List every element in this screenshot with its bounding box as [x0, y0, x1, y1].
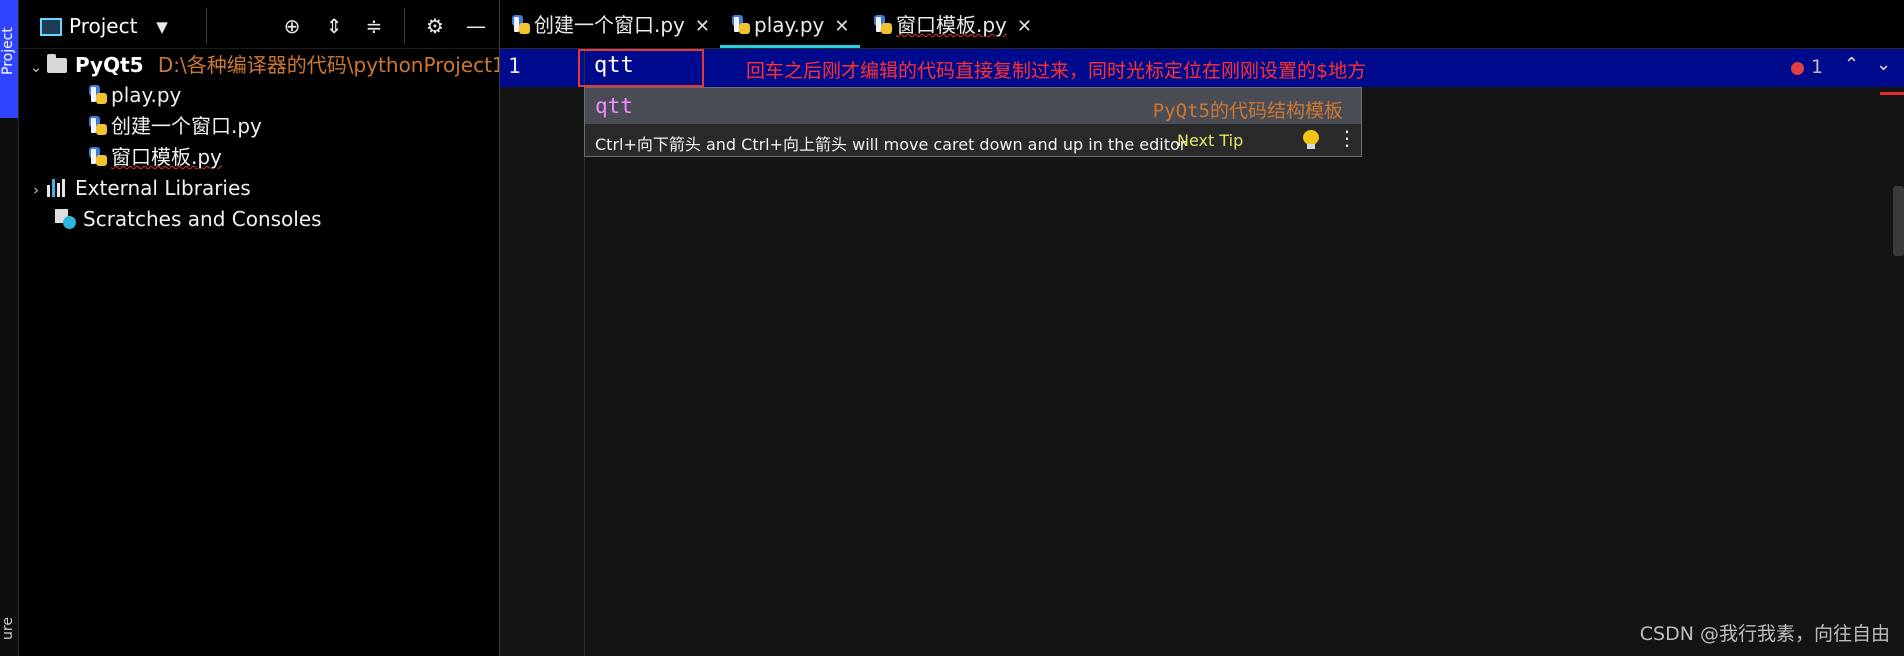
root-folder-path: D:\各种编译器的代码\pythonProject1: [157, 53, 505, 77]
python-file-icon: [89, 116, 107, 136]
collapse-all-icon[interactable]: ≑: [361, 13, 387, 39]
completion-footer: Ctrl+向下箭头 and Ctrl+向上箭头 will move caret …: [585, 124, 1361, 156]
tree-scratches[interactable]: Scratches and Consoles: [55, 204, 322, 234]
tree-file-window-template[interactable]: 窗口模板.py: [89, 142, 222, 172]
completion-item-name: qtt: [595, 94, 633, 118]
file-name: 创建一个窗口.py: [111, 114, 262, 138]
minimize-icon[interactable]: —: [463, 13, 489, 39]
error-stripe-mark[interactable]: [1880, 92, 1904, 95]
tree-file-create-window[interactable]: 创建一个窗口.py: [89, 111, 262, 141]
header-separator: [404, 8, 405, 44]
project-tool-label: Project: [0, 27, 16, 75]
python-file-icon: [89, 85, 107, 105]
annotation-text: 回车之后刚才编辑的代码直接复制过来，同时光标定位在刚刚设置的$地方: [746, 60, 1367, 82]
lightbulb-icon: [1303, 130, 1319, 150]
header-separator: [206, 8, 207, 44]
completion-item-description: PyQt5的代码结构模板: [1152, 100, 1343, 122]
chevron-down-icon[interactable]: ▼: [149, 14, 175, 40]
project-tool-button[interactable]: Project: [0, 0, 18, 118]
file-name: 窗口模板.py: [111, 145, 222, 169]
tab-window-template[interactable]: 窗口模板.py ✕: [874, 0, 1032, 48]
close-icon[interactable]: ✕: [834, 16, 849, 37]
tab-create-window[interactable]: 创建一个窗口.py ✕: [512, 0, 710, 48]
python-file-icon: [874, 15, 892, 35]
scratches-label: Scratches and Consoles: [83, 207, 322, 231]
project-view-selector[interactable]: Project: [69, 14, 137, 38]
tab-label: 窗口模板.py: [896, 13, 1007, 37]
python-file-icon: [732, 15, 750, 35]
tool-window-strip: Project ure: [0, 0, 19, 656]
watermark: CSDN @我行我素，向往自由: [1639, 623, 1890, 645]
scrollbar-thumb[interactable]: [1893, 186, 1904, 256]
python-file-icon: [512, 15, 530, 35]
line-number: 1: [508, 54, 521, 78]
tree-external-libraries[interactable]: › External Libraries: [25, 173, 251, 203]
more-options-icon[interactable]: ⋮: [1337, 126, 1357, 150]
gear-icon[interactable]: ⚙: [422, 13, 448, 39]
tree-file-play[interactable]: play.py: [89, 80, 181, 110]
scratches-icon: [55, 209, 77, 229]
project-panel: Project ▼ ⊕ ⇕ ≑ ⚙ — ⌄ PyQt5 D:\各种编译器的代码\p…: [19, 0, 505, 656]
project-panel-header: Project ▼ ⊕ ⇕ ≑ ⚙ —: [19, 0, 499, 49]
structure-tool-label[interactable]: ure: [0, 604, 18, 654]
error-icon: [1791, 62, 1804, 75]
error-count: 1: [1811, 56, 1824, 78]
chevron-down-icon[interactable]: ⌄: [25, 52, 47, 82]
tab-label: play.py: [754, 13, 825, 37]
file-name: play.py: [111, 83, 182, 107]
completion-item-selected[interactable]: qtt PyQt5的代码结构模板: [585, 88, 1361, 124]
tab-play[interactable]: play.py ✕: [732, 0, 849, 48]
chevron-down-icon[interactable]: ⌄: [1876, 54, 1891, 75]
external-libraries-label: External Libraries: [75, 176, 251, 200]
editor-tab-bar: 创建一个窗口.py ✕ play.py ✕ 窗口模板.py ✕: [500, 0, 1904, 49]
project-window-icon: [40, 18, 62, 36]
chevron-right-icon[interactable]: ›: [25, 175, 47, 205]
close-icon[interactable]: ✕: [1017, 16, 1032, 37]
active-tab-indicator: [720, 45, 860, 48]
locate-icon[interactable]: ⊕: [279, 13, 305, 39]
close-icon[interactable]: ✕: [695, 16, 710, 37]
python-file-icon: [89, 147, 107, 167]
tab-label: 创建一个窗口.py: [534, 13, 685, 37]
root-folder-name: PyQt5: [75, 53, 144, 77]
code-text[interactable]: qtt: [594, 53, 634, 78]
tree-root-pyqt5[interactable]: ⌄ PyQt5 D:\各种编译器的代码\pythonProject1: [25, 50, 505, 80]
folder-icon: [47, 54, 67, 73]
problems-indicator[interactable]: 1 ⌃ ⌄: [1776, 49, 1904, 87]
line-gutter: [500, 49, 585, 656]
chevron-up-icon[interactable]: ⌃: [1844, 54, 1859, 75]
libraries-icon: [47, 179, 69, 197]
tip-text: Ctrl+向下箭头 and Ctrl+向上箭头 will move caret …: [595, 135, 1187, 154]
next-tip-link[interactable]: Next Tip: [1177, 131, 1243, 150]
expand-all-icon[interactable]: ⇕: [321, 13, 347, 39]
completion-popup: qtt PyQt5的代码结构模板 Ctrl+向下箭头 and Ctrl+向上箭头…: [584, 87, 1362, 157]
